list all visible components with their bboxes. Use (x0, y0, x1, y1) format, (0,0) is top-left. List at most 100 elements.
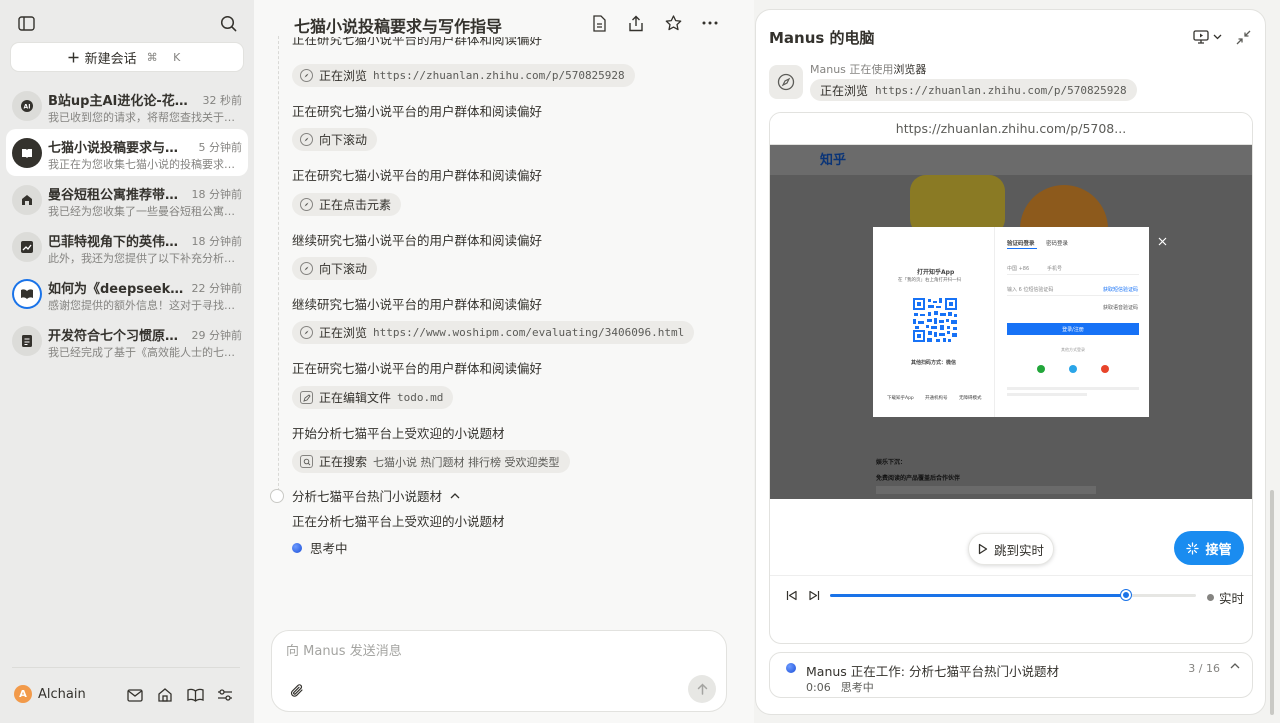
toggle-sidebar-icon[interactable] (15, 12, 37, 34)
user-profile[interactable]: A Alchain (14, 685, 86, 703)
conversation-item-active[interactable]: 七猫小说投稿要求与写作... 5 分钟前 我正在为您收集七猫小说的投稿要求信息.… (6, 129, 248, 176)
chevron-up-icon[interactable] (1230, 663, 1240, 669)
status-prefix: Manus 正在使用 (810, 63, 894, 76)
conversation-time: 29 分钟前 (191, 329, 243, 342)
browser-icon (300, 262, 313, 275)
send-button[interactable] (688, 675, 716, 703)
conversation-time: 22 分钟前 (191, 282, 243, 295)
progress-knob[interactable] (1121, 590, 1132, 600)
book-open-icon (12, 279, 42, 309)
home-icon[interactable] (154, 684, 176, 706)
search-icon[interactable] (217, 12, 239, 34)
plus-icon (68, 52, 79, 62)
file-icon[interactable] (588, 12, 610, 34)
minimize-icon[interactable] (1236, 26, 1251, 48)
display-mode-button[interactable] (1193, 26, 1222, 48)
step-chip[interactable]: 向下滚动 (292, 128, 378, 151)
phone-input[interactable]: 手机号 (1047, 265, 1062, 272)
task-description: 正在分析七猫平台上受欢迎的小说题材 (292, 514, 505, 529)
conversation-list: AI B站up主AI进化论-花生的... 32 秒前 我已收到您的请求，将帮您查… (6, 82, 248, 364)
sidebar: 新建会话 ⌘ K AI B站up主AI进化论-花生的... 32 秒前 我已收到… (0, 0, 254, 723)
thinking-dot (292, 542, 302, 553)
takeover-button[interactable]: 接管 (1174, 531, 1244, 565)
chip-action: 向下滚动 (319, 262, 368, 276)
tab-code-login[interactable]: 验证码登录 (1007, 239, 1035, 247)
jump-label: 跳到实时 (993, 542, 1044, 558)
skip-back-icon[interactable] (782, 586, 800, 604)
other-login-label: 其他方式登录 (1061, 347, 1085, 352)
paperclip-icon[interactable] (286, 679, 308, 701)
step-text: 开始分析七猫平台上受欢迎的小说题材 (292, 426, 505, 441)
get-voice-link[interactable]: 获取语音验证码 (1103, 304, 1138, 311)
footer-link-org[interactable]: 开通机构号 (925, 395, 948, 401)
new-chat-label: 新建会话 (84, 51, 137, 67)
tab-password-login[interactable]: 密码登录 (1046, 239, 1068, 247)
conversation-item[interactable]: 曼谷短租公寓推荐带游泳... 18 分钟前 我已经为您收集了一些曼谷短租公寓的中… (6, 176, 248, 223)
step-text: 继续研究七猫小说平台的用户群体和阅读偏好 (292, 233, 543, 248)
close-icon[interactable] (1158, 237, 1167, 246)
login-button[interactable]: 登录/注册 (1007, 323, 1139, 335)
code-input[interactable]: 输入 6 位短信验证码 (1007, 286, 1053, 293)
task-meta: 0:06 思考中 (806, 679, 884, 695)
scrollbar-thumb[interactable] (1270, 490, 1274, 715)
more-icon[interactable] (699, 12, 721, 34)
weibo-icon[interactable] (1101, 365, 1109, 373)
conversation-title: 曼谷短租公寓推荐带游泳... (48, 188, 188, 203)
qr-section: 打开知乎App 在「我的页」右上角打开扫一扫 其他扫码方式：微信 下载知乎App… (873, 227, 995, 417)
browser-status-icon (769, 65, 803, 99)
share-icon[interactable] (625, 12, 647, 34)
conversation-time: 18 分钟前 (191, 188, 243, 201)
new-chat-button[interactable]: 新建会话 ⌘ K (11, 43, 243, 71)
phone-prefix[interactable]: 中国 +86 (1007, 265, 1029, 272)
book-icon[interactable] (184, 684, 206, 706)
conversation-item[interactable]: 开发符合七个习惯原则的i... 29 分钟前 我已经完成了基于《高效能人士的七个… (6, 317, 248, 364)
page-body-text: 免费阅读的产品覆盖后合作伙伴 (876, 475, 961, 482)
wechat-icon[interactable] (1037, 365, 1045, 373)
live-indicator[interactable]: 实时 (1206, 588, 1244, 607)
live-label: 实时 (1218, 591, 1244, 606)
play-icon (978, 543, 988, 555)
step-chip[interactable]: 正在点击元素 (292, 193, 402, 216)
url-bar: https://zhuanlan.zhihu.com/p/5708... (770, 113, 1252, 145)
progress-track[interactable] (830, 590, 1196, 600)
conversation-item[interactable]: AI B站up主AI进化论-花生的... 32 秒前 我已收到您的请求，将帮您查… (6, 82, 248, 129)
step-chip[interactable]: 正在搜索 七猫小说 热门题材 排行榜 受欢迎类型 (292, 450, 570, 473)
footer-link-a11y[interactable]: 无障碍模式 (959, 395, 982, 401)
star-icon[interactable] (662, 12, 684, 34)
chevron-down-icon (1213, 34, 1222, 40)
task-header[interactable]: 分析七猫平台热门小说题材 (270, 486, 460, 505)
qq-icon[interactable] (1069, 365, 1077, 373)
step-chip[interactable]: 正在浏览 https://zhuanlan.zhihu.com/p/570825… (292, 64, 635, 87)
chip-detail: todo.md (397, 391, 444, 404)
status-chip-action: 正在浏览 (820, 83, 869, 98)
get-sms-link[interactable]: 获取短信验证码 (1103, 286, 1138, 293)
task-progress-bar[interactable]: Manus 正在工作: 分析七猫平台热门小说题材 0:06 思考中 3 / 16 (769, 652, 1253, 698)
other-scan-label: 其他扫码方式：微信 (911, 360, 957, 366)
title-actions (588, 12, 721, 34)
browser-icon (300, 133, 313, 146)
chip-detail: https://www.woshipm.com/evaluating/34060… (373, 326, 685, 339)
timeline-line (278, 36, 279, 491)
chip-action: 正在浏览 (319, 326, 368, 340)
step-chip[interactable]: 向下滚动 (292, 257, 378, 280)
skip-forward-icon[interactable] (805, 586, 823, 604)
step-chip[interactable]: 正在编辑文件 todo.md (292, 386, 454, 409)
mascot-left (910, 175, 1005, 235)
settings-sliders-icon[interactable] (214, 684, 236, 706)
conversation-title: 七猫小说投稿要求与写作... (48, 141, 188, 156)
conversation-item[interactable]: 如何为《deepseek极简... 22 分钟前 感谢您提供的额外信息！这对于寻… (6, 270, 248, 317)
input-divider (1007, 295, 1139, 296)
footer-link-app[interactable]: 下载知乎App (887, 395, 914, 401)
chip-detail: https://zhuanlan.zhihu.com/p/570825928 (373, 69, 625, 82)
jump-to-live-button[interactable]: 跳到实时 (968, 533, 1054, 565)
conversation-item[interactable]: 巴菲特视角下的英伟达股... 18 分钟前 此外，我还为您提供了以下补充分析文件… (6, 223, 248, 270)
progress-fill (830, 594, 1127, 597)
task-thinking: 思考中 (840, 681, 874, 694)
chevron-up-icon (450, 492, 460, 498)
browser-viewport[interactable]: 知乎 娱乐下沉： 免费阅读的产品覆盖后合作伙伴 打开知乎App 在「我的页」右上… (770, 145, 1252, 499)
step-chip[interactable]: 正在浏览 https://www.woshipm.com/evaluating/… (292, 321, 695, 344)
page-title: 七猫小说投稿要求与写作指导 (294, 17, 503, 36)
mail-icon[interactable] (124, 684, 146, 706)
message-input[interactable] (286, 644, 706, 659)
task-status-circle (270, 488, 284, 503)
